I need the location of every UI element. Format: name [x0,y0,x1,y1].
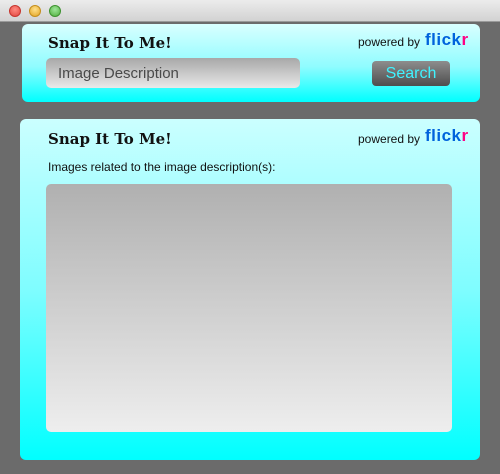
app-title: Snap It To Me! [48,130,172,148]
powered-by-label: powered by [358,132,421,146]
app-window: Snap It To Me! powered by flickr Search … [0,0,500,474]
app-title: Snap It To Me! [48,34,172,52]
flickr-logo-part2: r [461,126,469,145]
search-button[interactable]: Search [372,61,450,86]
search-panel: Snap It To Me! powered by flickr Search [22,24,480,102]
related-images-label: Images related to the image description(… [48,160,276,174]
flickr-logo: flickr [425,126,469,146]
close-window-button[interactable] [9,5,21,17]
flickr-logo-part1: flick [425,30,462,49]
powered-by-label: powered by [358,35,421,49]
minimize-window-button[interactable] [29,5,41,17]
image-results-area[interactable] [46,184,452,432]
title-bar[interactable] [0,0,500,22]
results-panel: Snap It To Me! powered by flickr Images … [20,119,480,460]
flickr-logo-part2: r [461,30,469,49]
flickr-logo: flickr [425,30,469,50]
image-description-input[interactable] [46,58,300,88]
flickr-logo-part1: flick [425,126,462,145]
zoom-window-button[interactable] [49,5,61,17]
